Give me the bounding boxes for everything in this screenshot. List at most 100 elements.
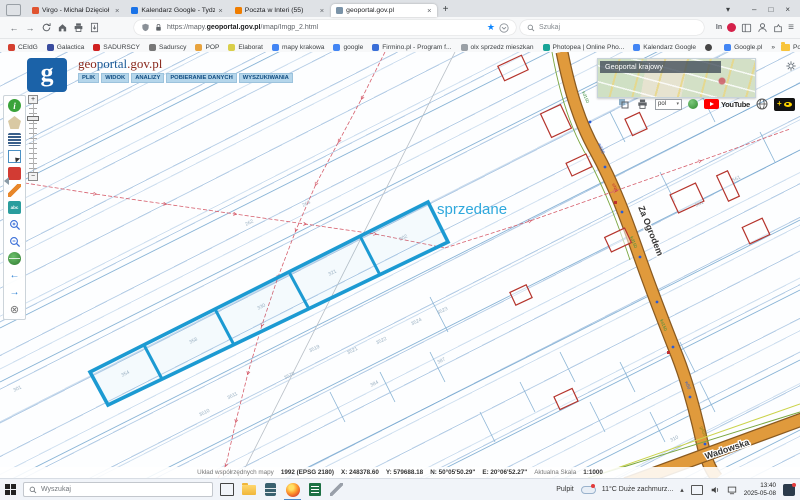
notification-center-icon[interactable] <box>783 482 796 496</box>
menu-wyszukiwania[interactable]: WYSZUKIWANIA <box>238 73 293 83</box>
legend-tool-icon[interactable] <box>8 133 21 146</box>
menu-analizy[interactable]: ANALIZY <box>131 73 165 83</box>
draw-tool-icon[interactable] <box>8 184 21 197</box>
tray-expand-icon[interactable]: ▴ <box>680 486 684 494</box>
bookmark-item[interactable]: google <box>333 43 363 51</box>
menu-pobieranie-danych[interactable]: POBIERANIE DANYCH <box>166 73 237 83</box>
extent-tool-icon[interactable] <box>8 167 21 180</box>
calculator-icon[interactable] <box>263 482 278 497</box>
volume-icon[interactable] <box>710 485 720 495</box>
excel-icon[interactable] <box>307 482 322 497</box>
previous-view-icon[interactable]: ← <box>8 269 21 282</box>
print-icon[interactable] <box>70 21 86 35</box>
back-icon[interactable]: ← <box>6 21 22 35</box>
settings-gear-icon[interactable] <box>786 58 796 76</box>
desktop-label[interactable]: Pulpit <box>556 486 574 493</box>
adblock-icon[interactable] <box>727 23 737 32</box>
print-map-icon[interactable] <box>636 98 649 110</box>
start-button[interactable] <box>5 484 16 495</box>
other-bookmarks-button[interactable]: Pozostałe zakładki <box>780 41 800 51</box>
map-canvas[interactable]: 354 358 330 321 302 263 262 3519 3521 35… <box>0 52 800 478</box>
network-icon[interactable] <box>727 485 737 495</box>
save-page-icon[interactable] <box>86 21 102 35</box>
firefox-icon[interactable] <box>284 482 301 500</box>
home-icon[interactable] <box>54 21 70 35</box>
bookmark-item[interactable]: Sadurscy <box>148 43 186 51</box>
zoom-slider-track[interactable] <box>27 104 39 172</box>
menu-widok[interactable]: WIDOK <box>101 73 130 83</box>
bookmark-item[interactable]: CEIdG <box>8 43 38 51</box>
bookmark-star-icon[interactable]: ★ <box>487 22 495 33</box>
account-icon[interactable] <box>757 22 768 33</box>
tab-close-icon[interactable]: × <box>218 6 222 15</box>
new-tab-button[interactable]: + <box>443 4 449 15</box>
layers-icon[interactable] <box>618 98 630 110</box>
taskbar-clock[interactable]: 13:40 2025-05-08 <box>744 482 776 496</box>
bookmark-item-wordpress[interactable] <box>705 43 715 51</box>
weather-text[interactable]: 11°C Duże zachmurz... <box>602 486 674 493</box>
tab-close-icon[interactable]: × <box>115 6 119 15</box>
firefox-view-icon[interactable] <box>6 4 21 16</box>
geoportal-logo[interactable]: g <box>27 58 67 92</box>
globe-icon[interactable] <box>756 98 768 110</box>
map-viewport[interactable]: 354 358 330 321 302 263 262 3519 3521 35… <box>0 52 800 478</box>
url-bar[interactable]: https://mapy.geoportal.gov.pl/imap/Imgp_… <box>134 20 516 35</box>
label-tool-icon[interactable]: abc <box>8 201 21 214</box>
pen-app-icon[interactable] <box>329 482 344 497</box>
contrast-toggle-button[interactable]: + <box>773 97 795 111</box>
panel-collapse-arrow-icon[interactable] <box>0 177 9 185</box>
menu-plik[interactable]: PLIK <box>78 73 100 83</box>
bookmark-item[interactable]: POP <box>195 43 219 51</box>
bookmark-item[interactable]: mapy krakowa <box>271 43 324 51</box>
file-explorer-icon[interactable] <box>241 482 256 497</box>
taskbar-search[interactable]: Wyszukaj <box>23 482 213 497</box>
tab-calendar[interactable]: Kalendarz Google - Tydzień, w i × <box>126 4 227 17</box>
reload-icon[interactable] <box>38 21 54 35</box>
task-view-icon[interactable] <box>220 483 234 496</box>
zoom-slider-handle[interactable] <box>27 116 39 121</box>
clear-selection-icon[interactable]: ⊗ <box>8 303 21 316</box>
zoom-out-tool-icon[interactable] <box>8 235 21 248</box>
overview-minimap[interactable]: Geoportal krajowy <box>597 58 756 98</box>
pocket-icon[interactable] <box>499 22 509 33</box>
full-extent-tool-icon[interactable] <box>8 252 21 265</box>
polygon-tool-icon[interactable] <box>8 116 21 129</box>
minimize-button[interactable]: – <box>752 5 756 14</box>
bookmark-item[interactable]: SADURSCY <box>93 43 140 51</box>
zoom-in-tool-icon[interactable] <box>8 218 21 231</box>
identify-tool-icon[interactable]: i <box>8 99 21 112</box>
highlighted-parcels[interactable] <box>87 199 451 408</box>
tab-list-chevron-icon[interactable]: ▾ <box>726 5 730 14</box>
next-view-icon[interactable]: → <box>8 286 21 299</box>
maximize-button[interactable]: □ <box>768 5 773 14</box>
zoom-in-button[interactable]: + <box>28 95 38 104</box>
tab-mail[interactable]: Poczta w Interi (55) × <box>230 4 329 17</box>
bookmark-item[interactable]: olx sprzedz mieszkan <box>460 43 534 51</box>
bookmark-item[interactable]: Elaborat <box>228 43 263 51</box>
bookmark-item[interactable]: Photopea | Online Pho... <box>542 43 624 51</box>
extension-icon[interactable] <box>773 23 783 33</box>
bookmark-item[interactable]: Firmino.pl - Program f... <box>372 43 452 51</box>
close-button[interactable]: × <box>785 5 790 14</box>
tab-geoportal[interactable]: geoportal.gov.pl × <box>331 4 437 17</box>
linkedin-extension-icon[interactable]: In <box>716 24 722 31</box>
sidebar-icon[interactable] <box>741 23 752 33</box>
youtube-link[interactable]: YouTube <box>704 99 750 109</box>
weather-icon[interactable] <box>580 484 596 495</box>
search-bar[interactable]: Szukaj <box>520 20 704 35</box>
tab-close-icon[interactable]: × <box>320 6 324 15</box>
language-select[interactable]: pol ▾ <box>655 98 682 110</box>
bookmark-item[interactable]: Kalendarz Google <box>633 43 696 51</box>
menu-icon[interactable]: ≡ <box>788 22 794 33</box>
svg-text:kd150: kd150 <box>581 91 590 105</box>
help-icon[interactable] <box>688 99 698 109</box>
forward-icon[interactable]: → <box>22 21 38 35</box>
bookmark-item[interactable]: Google.pl <box>724 43 762 51</box>
bookmark-item[interactable]: Galactica <box>46 43 84 51</box>
overflow-chevron-icon[interactable]: » <box>771 44 775 51</box>
zoom-out-button[interactable]: − <box>28 172 38 181</box>
tab-close-icon[interactable]: × <box>427 6 431 15</box>
select-area-tool-icon[interactable] <box>8 150 21 163</box>
touchpad-icon[interactable] <box>690 484 703 495</box>
tab-virgo[interactable]: Virgo - Michał Dzięcioł × <box>27 4 124 17</box>
